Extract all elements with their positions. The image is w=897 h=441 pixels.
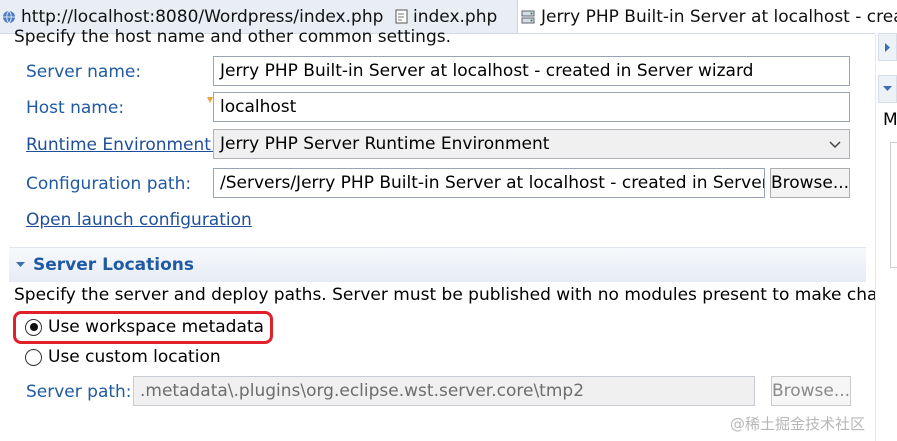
host-name-value: localhost — [220, 97, 297, 117]
tab-label: index.php — [413, 6, 498, 27]
runtime-environment-link[interactable]: Runtime Environment: — [26, 135, 217, 155]
radio-button-checked[interactable] — [25, 318, 42, 336]
server-path-browse-button: Browse... — [771, 376, 851, 406]
chevron-down-icon — [829, 134, 841, 154]
radio-use-custom-location[interactable]: Use custom location — [25, 347, 221, 367]
radio-label: Use workspace metadata — [48, 317, 264, 337]
server-path-input: .metadata\.plugins\org.eclipse.wst.serve… — [133, 376, 755, 406]
server-name-input[interactable]: Jerry PHP Built-in Server at localhost -… — [213, 56, 850, 86]
runtime-environment-select[interactable]: Jerry PHP Server Runtime Environment — [213, 129, 850, 159]
side-panel-label: M — [883, 110, 897, 130]
server-name-value: Jerry PHP Built-in Server at localhost -… — [220, 61, 754, 81]
configuration-path-value: /Servers/Jerry PHP Built-in Server at lo… — [220, 173, 765, 193]
server-name-label: Server name: — [26, 62, 142, 82]
configuration-path-label: Configuration path: — [26, 174, 192, 194]
open-launch-configuration-link[interactable]: Open launch configuration — [26, 210, 252, 230]
server-locations-description: Specify the server and deploy paths. Ser… — [14, 285, 897, 305]
configuration-browse-button[interactable]: Browse... — [770, 168, 850, 198]
tab-label: Jerry PHP Built-in Server at localhost -… — [541, 6, 897, 27]
tab-label: http://localhost:8080/Wordpress/index.ph… — [21, 6, 384, 27]
side-panel-box — [890, 142, 897, 268]
server-icon — [520, 9, 536, 25]
watermark-text: @稀土掘金技术社区 — [730, 415, 866, 433]
collapse-down-arrow-icon[interactable] — [878, 75, 897, 103]
collapse-triangle-icon — [16, 262, 25, 268]
globe-icon — [2, 10, 16, 24]
server-path-value: .metadata\.plugins\org.eclipse.wst.serve… — [140, 381, 585, 401]
host-name-input[interactable]: localhost — [213, 92, 850, 122]
general-section-description: Specify the host name and other common s… — [14, 27, 452, 47]
server-locations-section-header[interactable]: Server Locations — [9, 247, 866, 282]
php-file-icon — [395, 9, 408, 24]
radio-button-unchecked[interactable] — [25, 348, 42, 366]
server-path-label: Server path: — [26, 382, 132, 402]
expand-right-arrow-icon[interactable] — [878, 33, 897, 61]
server-locations-title: Server Locations — [33, 255, 194, 275]
radio-use-workspace-metadata[interactable]: Use workspace metadata — [25, 317, 264, 337]
runtime-environment-value: Jerry PHP Server Runtime Environment — [220, 134, 550, 154]
host-name-label: Host name: — [26, 98, 125, 118]
configuration-path-input[interactable]: /Servers/Jerry PHP Built-in Server at lo… — [213, 168, 765, 198]
radio-label: Use custom location — [48, 347, 221, 367]
tab-server-editor[interactable]: Jerry PHP Built-in Server at localhost -… — [517, 0, 897, 33]
